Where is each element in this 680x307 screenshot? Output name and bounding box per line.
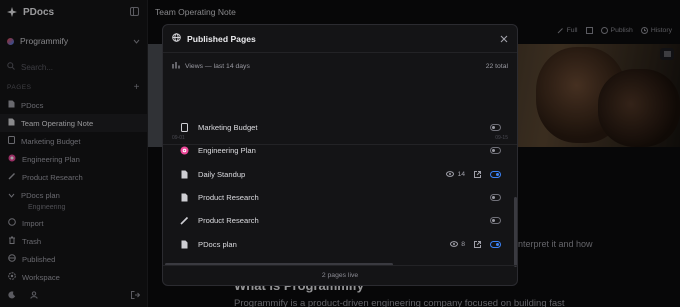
bar-chart-icon <box>172 61 180 71</box>
page-name: Marketing Budget <box>198 123 258 133</box>
external-link-icon[interactable] <box>474 240 481 248</box>
page-name: Product Research <box>198 216 259 226</box>
file-icon <box>177 240 191 249</box>
published-pages-dialog: Published Pages Views — last 14 days 22 … <box>162 24 518 286</box>
close-icon[interactable] <box>500 30 508 48</box>
list-item[interactable]: Daily Standup 14 <box>163 163 517 186</box>
target-icon <box>177 146 191 155</box>
page-name: Engineering Plan <box>198 146 256 156</box>
list-item[interactable]: PDocs plan 8 <box>163 232 517 255</box>
file-icon <box>177 193 191 202</box>
page-icon <box>177 123 191 133</box>
page-name: PDocs plan <box>198 239 237 249</box>
file-icon <box>177 170 191 179</box>
view-count: 8 <box>450 241 465 248</box>
views-total: 22 total <box>485 62 508 70</box>
eye-icon <box>450 241 459 248</box>
page-name: Product Research <box>198 193 259 203</box>
published-pages-list: Marketing Budget Engineering Plan Daily … <box>163 116 517 256</box>
vertical-scrollbar[interactable] <box>514 197 517 267</box>
dialog-footer: 2 pages live <box>163 265 517 285</box>
dialog-title: Published Pages <box>187 33 256 44</box>
pen-icon <box>177 216 191 225</box>
list-item[interactable]: Engineering Plan <box>163 139 517 162</box>
dialog-header: Published Pages <box>163 25 517 53</box>
eye-icon <box>446 171 455 178</box>
view-count-value: 8 <box>461 240 465 248</box>
globe-icon <box>172 33 181 44</box>
publish-toggle[interactable] <box>490 124 501 132</box>
view-count: 14 <box>446 171 465 178</box>
publish-toggle[interactable] <box>490 194 501 202</box>
publish-toggle[interactable] <box>490 240 501 248</box>
list-item[interactable]: Product Research <box>163 209 517 232</box>
list-item[interactable]: Marketing Budget <box>163 116 517 139</box>
views-label: Views — last 14 days <box>185 62 250 70</box>
live-pages-count: 2 pages live <box>321 272 359 279</box>
page-name: Daily Standup <box>198 169 246 179</box>
publish-toggle[interactable] <box>490 170 501 178</box>
list-item[interactable]: Product Research <box>163 186 517 209</box>
publish-toggle[interactable] <box>490 217 501 225</box>
external-link-icon[interactable] <box>474 170 481 178</box>
view-count-value: 14 <box>457 170 465 178</box>
app-window: PDocs Programmify Search... PAGES + PDoc… <box>0 0 680 307</box>
publish-toggle[interactable] <box>490 147 501 155</box>
